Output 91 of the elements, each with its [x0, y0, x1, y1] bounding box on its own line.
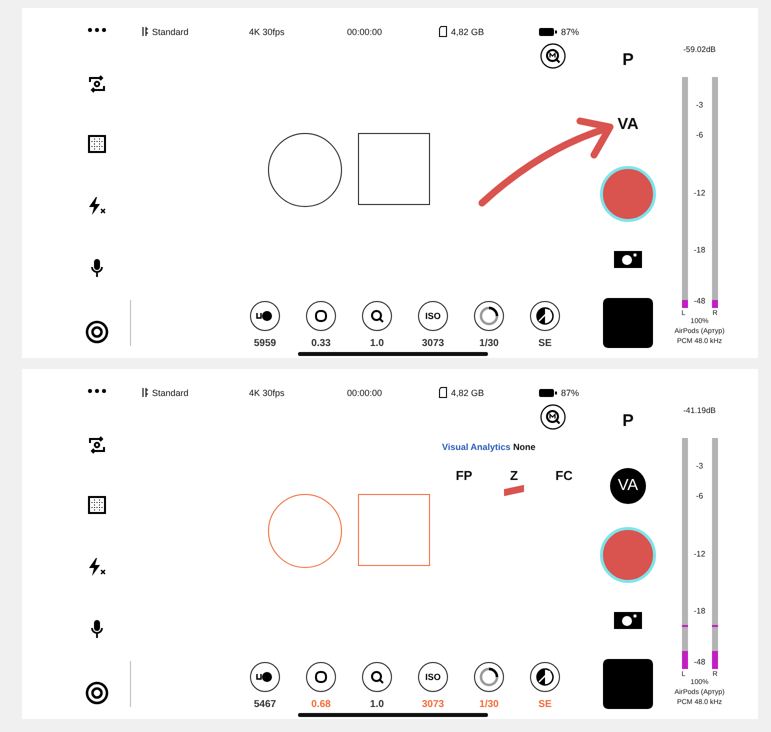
shutter-dial-icon: [479, 667, 499, 687]
shutter-dial-icon: [479, 306, 499, 326]
visual-analytics-label: Visual Analytics: [442, 442, 511, 452]
magnifier-icon: [370, 670, 384, 684]
exposure-icon: [536, 307, 554, 325]
control-value: SE: [538, 699, 552, 710]
meter-scale-label: -18: [692, 246, 706, 255]
audio-level-reading: -59.02dB: [683, 45, 716, 56]
iso-button[interactable]: ISO: [418, 301, 448, 331]
media-thumbnail[interactable]: [603, 298, 653, 348]
shutter-button[interactable]: [474, 301, 504, 331]
exposure-button[interactable]: [530, 301, 560, 331]
control-value: 0.33: [311, 338, 331, 349]
focus-circle[interactable]: [268, 133, 342, 207]
timecode-label: 00:00:00: [347, 26, 384, 36]
stabilization-icon: [142, 388, 148, 397]
analytics-mode-option[interactable]: Z: [502, 468, 526, 497]
zoom-button[interactable]: [362, 662, 392, 692]
control-value: 1.0: [370, 338, 384, 349]
stabilization-label: Standard: [152, 26, 189, 36]
control-value: 3073: [422, 699, 444, 710]
magnifier-icon: [370, 309, 384, 323]
control-value: SE: [538, 338, 552, 349]
visual-analytics-value: None: [513, 442, 536, 452]
shutter-button[interactable]: [474, 662, 504, 692]
meter-scale-label: -48: [692, 296, 706, 306]
more-icon[interactable]: [87, 388, 107, 394]
control-value: 1/30: [479, 699, 499, 710]
meter-scale-label: -12: [692, 549, 706, 558]
format-label: 4K 30fps: [249, 388, 286, 398]
control-value: 0.68: [311, 699, 331, 710]
storage-label: 4,82 GB: [451, 388, 484, 398]
flash-off-icon[interactable]: [87, 196, 107, 216]
iso-button[interactable]: ISO: [418, 662, 448, 692]
rounded-square-icon: [314, 670, 328, 684]
storage-label: 4,82 GB: [451, 26, 484, 36]
camera-icon[interactable]: [614, 612, 642, 629]
analytics-mode-option[interactable]: FP: [452, 468, 476, 497]
stabilization-icon: [142, 27, 148, 36]
control-value: 1.0: [370, 699, 384, 710]
microphone-icon[interactable]: [90, 618, 104, 639]
battery-label: 87%: [561, 26, 580, 36]
exposure-frame[interactable]: [358, 133, 430, 205]
control-value: 3073: [422, 338, 444, 349]
meter-scale-label: -6: [694, 491, 704, 500]
meter-scale-label: -18: [692, 606, 706, 616]
zoom-lens-icon[interactable]: [540, 43, 566, 69]
temperature-icon: [256, 310, 274, 322]
camera-switch-icon[interactable]: [87, 436, 107, 454]
battery-icon: [539, 388, 557, 396]
flash-off-icon[interactable]: [87, 556, 107, 577]
audio-level-reading: -41.19dB: [683, 406, 716, 417]
rounded-square-icon: [314, 309, 328, 323]
meter-scale-label: -3: [694, 100, 704, 110]
analytics-mode-option[interactable]: FC: [552, 468, 576, 497]
grid-icon[interactable]: [88, 135, 106, 154]
storage-card-icon: [439, 26, 447, 37]
storage-card-icon: [439, 387, 447, 398]
visual-analytics-button[interactable]: VA: [610, 468, 646, 504]
camera-switch-icon[interactable]: [87, 75, 107, 94]
more-icon[interactable]: [87, 27, 107, 33]
control-value: 1/30: [479, 338, 499, 349]
exposure-button[interactable]: [530, 662, 560, 692]
exposure-mode-label[interactable]: P: [622, 411, 634, 431]
battery-icon: [539, 28, 557, 36]
exposure-mode-label[interactable]: P: [622, 50, 634, 70]
aperture-button[interactable]: [306, 662, 336, 692]
format-label: 4K 30fps: [249, 26, 286, 36]
media-thumbnail[interactable]: [603, 659, 653, 709]
temperature-icon: [256, 671, 274, 683]
grid-icon[interactable]: [88, 496, 106, 514]
meter-scale-label: -12: [692, 188, 706, 197]
zoom-lens-icon[interactable]: [540, 404, 566, 430]
zoom-button[interactable]: [362, 301, 392, 331]
meter-scale-label: -3: [694, 461, 704, 470]
meter-scale-label: -48: [692, 658, 706, 667]
temperature-button[interactable]: [250, 662, 280, 692]
control-value: 5959: [254, 338, 276, 349]
timecode-label: 00:00:00: [347, 388, 384, 398]
stabilization-label: Standard: [152, 388, 189, 398]
meter-scale-label: -6: [694, 130, 704, 140]
microphone-icon[interactable]: [90, 258, 104, 278]
exposure-icon: [536, 668, 554, 686]
visual-analytics-button[interactable]: VA: [617, 107, 639, 143]
aperture-button[interactable]: [306, 301, 336, 331]
battery-label: 87%: [561, 388, 580, 398]
target-icon[interactable]: [85, 680, 109, 705]
target-icon[interactable]: [85, 320, 109, 344]
control-value: 5467: [254, 699, 276, 710]
camera-icon[interactable]: [614, 251, 642, 268]
temperature-button[interactable]: [250, 301, 280, 331]
